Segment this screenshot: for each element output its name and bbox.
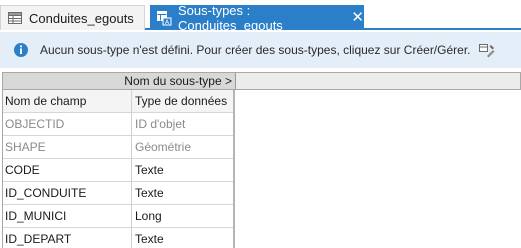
data-type-cell: Long bbox=[135, 209, 162, 223]
info-bar: Aucun sous-type n'est défini. Pour créer… bbox=[0, 32, 521, 68]
table-row[interactable]: CODE Texte bbox=[2, 159, 235, 182]
field-name-cell: OBJECTID bbox=[2, 113, 132, 135]
subtype-name-header[interactable]: Nom du sous-type > bbox=[3, 73, 236, 89]
table-icon bbox=[7, 10, 23, 26]
column-header-field-name[interactable]: Nom de champ bbox=[2, 90, 132, 112]
subtypes-grid: Nom du sous-type > Nom de champ Type de … bbox=[0, 70, 521, 248]
field-name-cell: ID_DEPART bbox=[2, 228, 132, 248]
data-type-cell: ID d'objet bbox=[135, 117, 186, 131]
field-name-cell: CODE bbox=[2, 159, 132, 181]
info-icon bbox=[13, 42, 29, 58]
subtypes-icon: A bbox=[156, 10, 172, 26]
data-type-cell: Texte bbox=[135, 186, 164, 200]
subtype-header-bar: Nom du sous-type > bbox=[2, 72, 521, 90]
table-row[interactable]: ID_DEPART Texte bbox=[2, 228, 235, 248]
table-row[interactable]: OBJECTID ID d'objet bbox=[2, 113, 235, 136]
data-type-cell: Géométrie bbox=[135, 140, 192, 154]
tab-subtypes[interactable]: A Sous-types : Conduites_egouts ✕ bbox=[150, 2, 364, 33]
fields-table: Nom de champ Type de données OBJECTID ID… bbox=[2, 90, 235, 248]
info-message: Aucun sous-type n'est défini. Pour créer… bbox=[40, 43, 471, 57]
tab-label: Conduites_egouts bbox=[29, 10, 134, 26]
tab-label: Sous-types : Conduites_egouts bbox=[178, 2, 283, 33]
close-icon[interactable]: ✕ bbox=[351, 10, 364, 25]
column-header-data-type[interactable]: Type de données bbox=[132, 90, 234, 112]
manage-subtypes-icon[interactable] bbox=[478, 41, 496, 59]
field-name-cell: ID_MUNICI bbox=[2, 205, 132, 227]
data-type-cell: Texte bbox=[135, 163, 164, 177]
table-row[interactable]: ID_CONDUITE Texte bbox=[2, 182, 235, 205]
field-name-cell: SHAPE bbox=[2, 136, 132, 158]
table-row[interactable]: SHAPE Géométrie bbox=[2, 136, 235, 159]
tab-bar: Conduites_egouts A Sous-types : Conduite… bbox=[0, 0, 521, 33]
table-row[interactable]: ID_MUNICI Long bbox=[2, 205, 235, 228]
data-type-cell: Texte bbox=[135, 232, 164, 246]
field-name-cell: ID_CONDUITE bbox=[2, 182, 132, 204]
tab-conduites-egouts[interactable]: Conduites_egouts bbox=[0, 5, 145, 30]
table-header-row: Nom de champ Type de données bbox=[2, 90, 235, 113]
